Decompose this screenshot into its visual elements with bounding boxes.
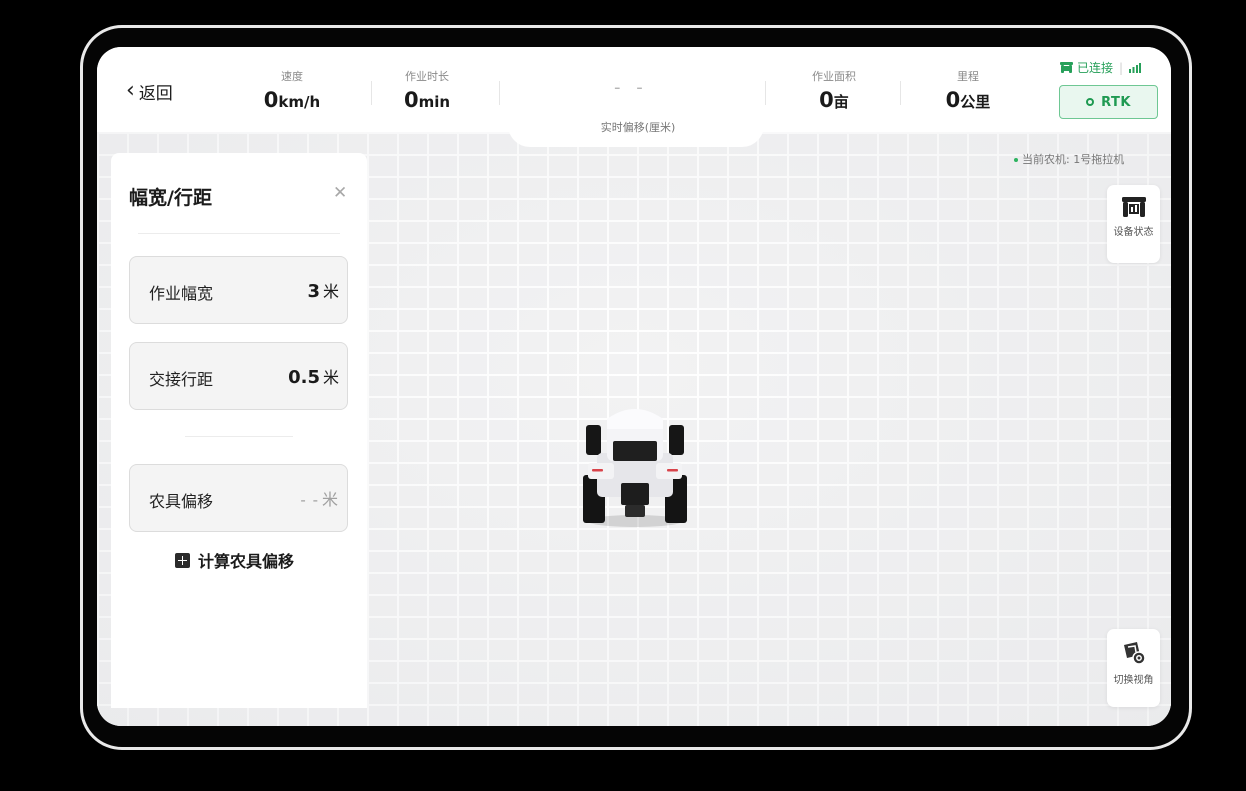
speed-stat: 速度 0km/h — [257, 70, 327, 114]
divider — [499, 81, 500, 105]
implement-offset-label: 农具偏移 — [149, 492, 214, 511]
chevron-left-icon: ‹ — [126, 78, 135, 103]
implement-offset-value: - - — [300, 491, 319, 509]
rtk-button[interactable]: RTK — [1059, 85, 1158, 119]
area-label: 作业面积 — [812, 70, 856, 83]
status-dot-icon — [1014, 158, 1018, 162]
row-spacing-value: 0.5 — [288, 367, 320, 388]
signal-icon — [1129, 62, 1142, 73]
app-screen: ‹ 返回 速度 0km/h 作业时长 0min - - 实时偏移(厘米) 作业面… — [97, 47, 1171, 726]
work-width-value: 3 — [307, 281, 320, 302]
deviation-value: - - — [614, 77, 648, 98]
calculate-offset-button[interactable]: 计算农具偏移 — [175, 548, 294, 572]
tractor-icon — [1121, 197, 1146, 217]
deviation-label: 实时偏移(厘米) — [600, 121, 676, 134]
connection-separator: | — [1119, 60, 1124, 75]
speed-label: 速度 — [281, 70, 303, 83]
row-spacing-label: 交接行距 — [149, 370, 214, 389]
current-machine: 当前农机: 1号拖拉机 — [1014, 151, 1124, 167]
mileage-label: 里程 — [957, 70, 979, 83]
switch-view-button[interactable]: 切换视角 — [1107, 629, 1160, 707]
row-spacing-unit: 米 — [322, 368, 339, 387]
speed-value: 0 — [263, 88, 279, 112]
panel-title: 幅宽/行距 — [129, 187, 212, 209]
divider — [371, 81, 372, 105]
width-spacing-panel: 幅宽/行距 ✕ 作业幅宽 3米 交接行距 0.5 米 农具偏移 - -米 计算农具… — [111, 153, 367, 708]
area-stat: 作业面积 0亩 — [803, 70, 865, 114]
work-width-unit: 米 — [322, 282, 339, 301]
tractor-model — [583, 409, 687, 527]
divider — [765, 81, 766, 105]
duration-unit: min — [418, 93, 451, 111]
switch-view-icon — [1123, 642, 1146, 665]
duration-value: 0 — [403, 88, 419, 112]
divider — [900, 81, 901, 105]
connection-status: 已连接 | — [1060, 59, 1142, 76]
mileage-value: 0 — [945, 88, 961, 112]
implement-offset-unit: 米 — [321, 490, 339, 509]
area-unit: 亩 — [833, 93, 849, 111]
back-label: 返回 — [138, 83, 173, 104]
device-status-label: 设备状态 — [1113, 227, 1154, 238]
calculate-offset-label: 计算农具偏移 — [198, 552, 295, 571]
work-width-field[interactable]: 作业幅宽 3米 — [129, 256, 348, 324]
implement-offset-field[interactable]: 农具偏移 - -米 — [129, 464, 348, 532]
mileage-stat: 里程 0公里 — [933, 70, 1003, 114]
close-icon[interactable]: ✕ — [333, 183, 347, 203]
work-width-label: 作业幅宽 — [149, 284, 214, 303]
back-button[interactable]: ‹ 返回 — [126, 78, 173, 104]
mileage-unit: 公里 — [960, 93, 991, 111]
speed-unit: km/h — [278, 93, 321, 111]
calculator-icon — [175, 552, 190, 568]
divider — [138, 233, 340, 234]
switch-view-label: 切换视角 — [1113, 675, 1154, 686]
connection-label: 已连接 — [1077, 61, 1114, 75]
device-status-button[interactable]: 设备状态 — [1107, 185, 1160, 263]
divider — [185, 436, 293, 437]
duration-stat: 作业时长 0min — [397, 70, 457, 114]
current-machine-label: 当前农机: 1号拖拉机 — [1022, 153, 1125, 166]
rtk-label: RTK — [1101, 94, 1131, 110]
rtk-status-icon — [1086, 98, 1095, 106]
duration-label: 作业时长 — [405, 70, 449, 83]
tractor-icon — [1060, 62, 1073, 73]
row-spacing-field[interactable]: 交接行距 0.5 米 — [129, 342, 348, 410]
area-value: 0 — [819, 88, 834, 112]
